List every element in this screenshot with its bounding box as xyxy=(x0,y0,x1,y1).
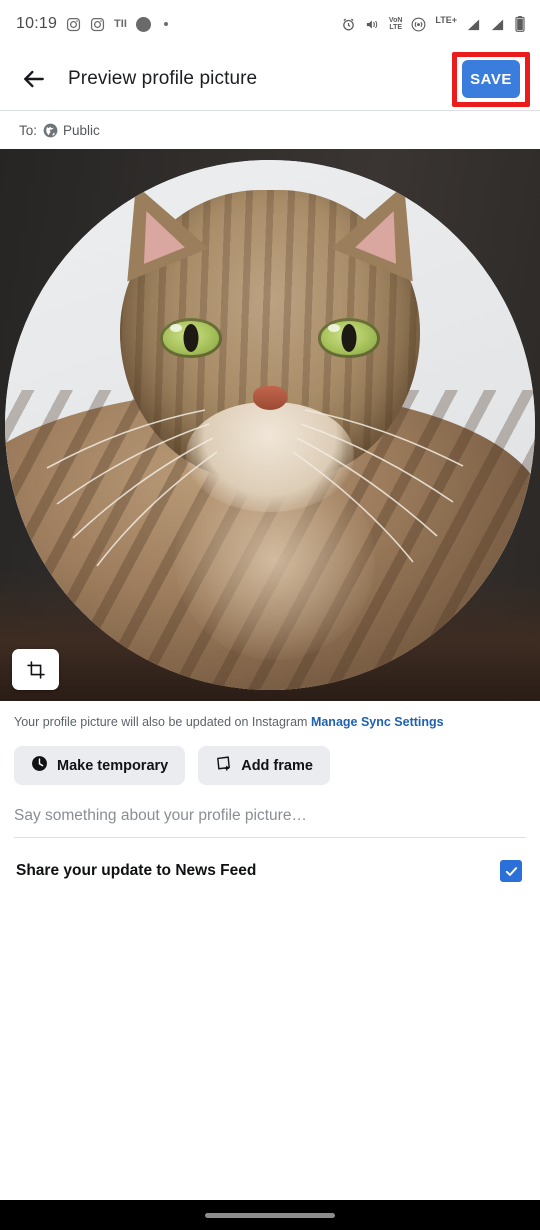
crop-button[interactable] xyxy=(12,649,59,690)
save-button-wrapper: SAVE xyxy=(452,51,530,107)
photo-preview-area[interactable] xyxy=(0,149,540,701)
app-screen: 10:19 TII VoN LTE LTE+ Preview profile p… xyxy=(0,0,540,1230)
cat-photo xyxy=(5,160,535,690)
make-temporary-button[interactable]: Make temporary xyxy=(14,746,186,785)
app-header: Preview profile picture SAVE xyxy=(0,48,540,110)
clock-icon xyxy=(31,755,48,776)
cat-nose xyxy=(253,386,287,410)
hotspot-icon xyxy=(411,17,426,32)
make-temporary-label: Make temporary xyxy=(57,757,169,774)
signal-icon xyxy=(490,17,505,32)
alarm-icon xyxy=(341,17,356,32)
audience-to-label: To: xyxy=(19,122,38,138)
instagram-icon xyxy=(90,17,105,32)
frame-icon xyxy=(215,755,232,776)
battery-icon xyxy=(514,16,526,32)
status-bar-right: VoN LTE LTE+ xyxy=(341,15,526,32)
system-navigation-bar xyxy=(0,1200,540,1230)
page-title: Preview profile picture xyxy=(68,68,258,89)
vibrate-icon xyxy=(365,17,380,32)
tii-text-icon: TII xyxy=(114,18,127,30)
status-bar: 10:19 TII VoN LTE LTE+ xyxy=(0,0,540,48)
share-to-news-feed-row[interactable]: Share your update to News Feed xyxy=(0,838,540,882)
back-button[interactable] xyxy=(14,59,54,99)
profile-picture-circle xyxy=(5,160,535,690)
dot-icon xyxy=(163,22,168,26)
cat-head xyxy=(95,168,445,512)
cat-eye-gloss-right xyxy=(328,324,340,332)
save-button[interactable]: SAVE xyxy=(462,60,520,98)
instagram-icon xyxy=(66,17,81,32)
audience-value: Public xyxy=(63,122,100,138)
lte-plus-icon: LTE+ xyxy=(435,15,457,25)
cat-pupil-right xyxy=(341,324,357,352)
status-bar-clock: 10:19 xyxy=(16,15,58,32)
volte-icon: VoN LTE xyxy=(388,16,403,32)
globe-icon xyxy=(43,123,58,138)
caption-field-wrapper xyxy=(14,807,526,838)
home-gesture-pill[interactable] xyxy=(205,1212,335,1218)
action-chip-row: Make temporary Add frame xyxy=(0,731,540,785)
instagram-sync-notice: Your profile picture will also be update… xyxy=(0,701,540,731)
add-frame-label: Add frame xyxy=(241,757,313,774)
checkmark-icon xyxy=(505,866,517,876)
crop-icon xyxy=(26,660,45,679)
cat-eye-left xyxy=(160,318,222,358)
cat-eye-right xyxy=(318,318,380,358)
signal-icon xyxy=(466,17,481,32)
manage-sync-settings-link[interactable]: Manage Sync Settings xyxy=(311,715,444,729)
cat-ear-inner-right xyxy=(355,202,415,264)
back-arrow-icon xyxy=(24,70,44,88)
status-bar-left: 10:19 TII xyxy=(16,15,168,33)
sync-notice-text: Your profile picture will also be update… xyxy=(14,715,311,729)
cat-pupil-left xyxy=(183,324,199,352)
share-to-news-feed-checkbox[interactable] xyxy=(500,860,522,882)
add-frame-button[interactable]: Add frame xyxy=(198,746,330,785)
content-spacer xyxy=(0,882,540,1200)
audience-selector[interactable]: To: Public xyxy=(0,111,540,149)
caption-input[interactable] xyxy=(14,807,526,825)
cat-eye-gloss-left xyxy=(170,324,182,332)
cat-ear-inner-left xyxy=(125,202,185,264)
share-to-news-feed-label: Share your update to News Feed xyxy=(16,862,257,879)
cat-muzzle xyxy=(186,402,354,512)
blob-icon xyxy=(135,16,151,32)
